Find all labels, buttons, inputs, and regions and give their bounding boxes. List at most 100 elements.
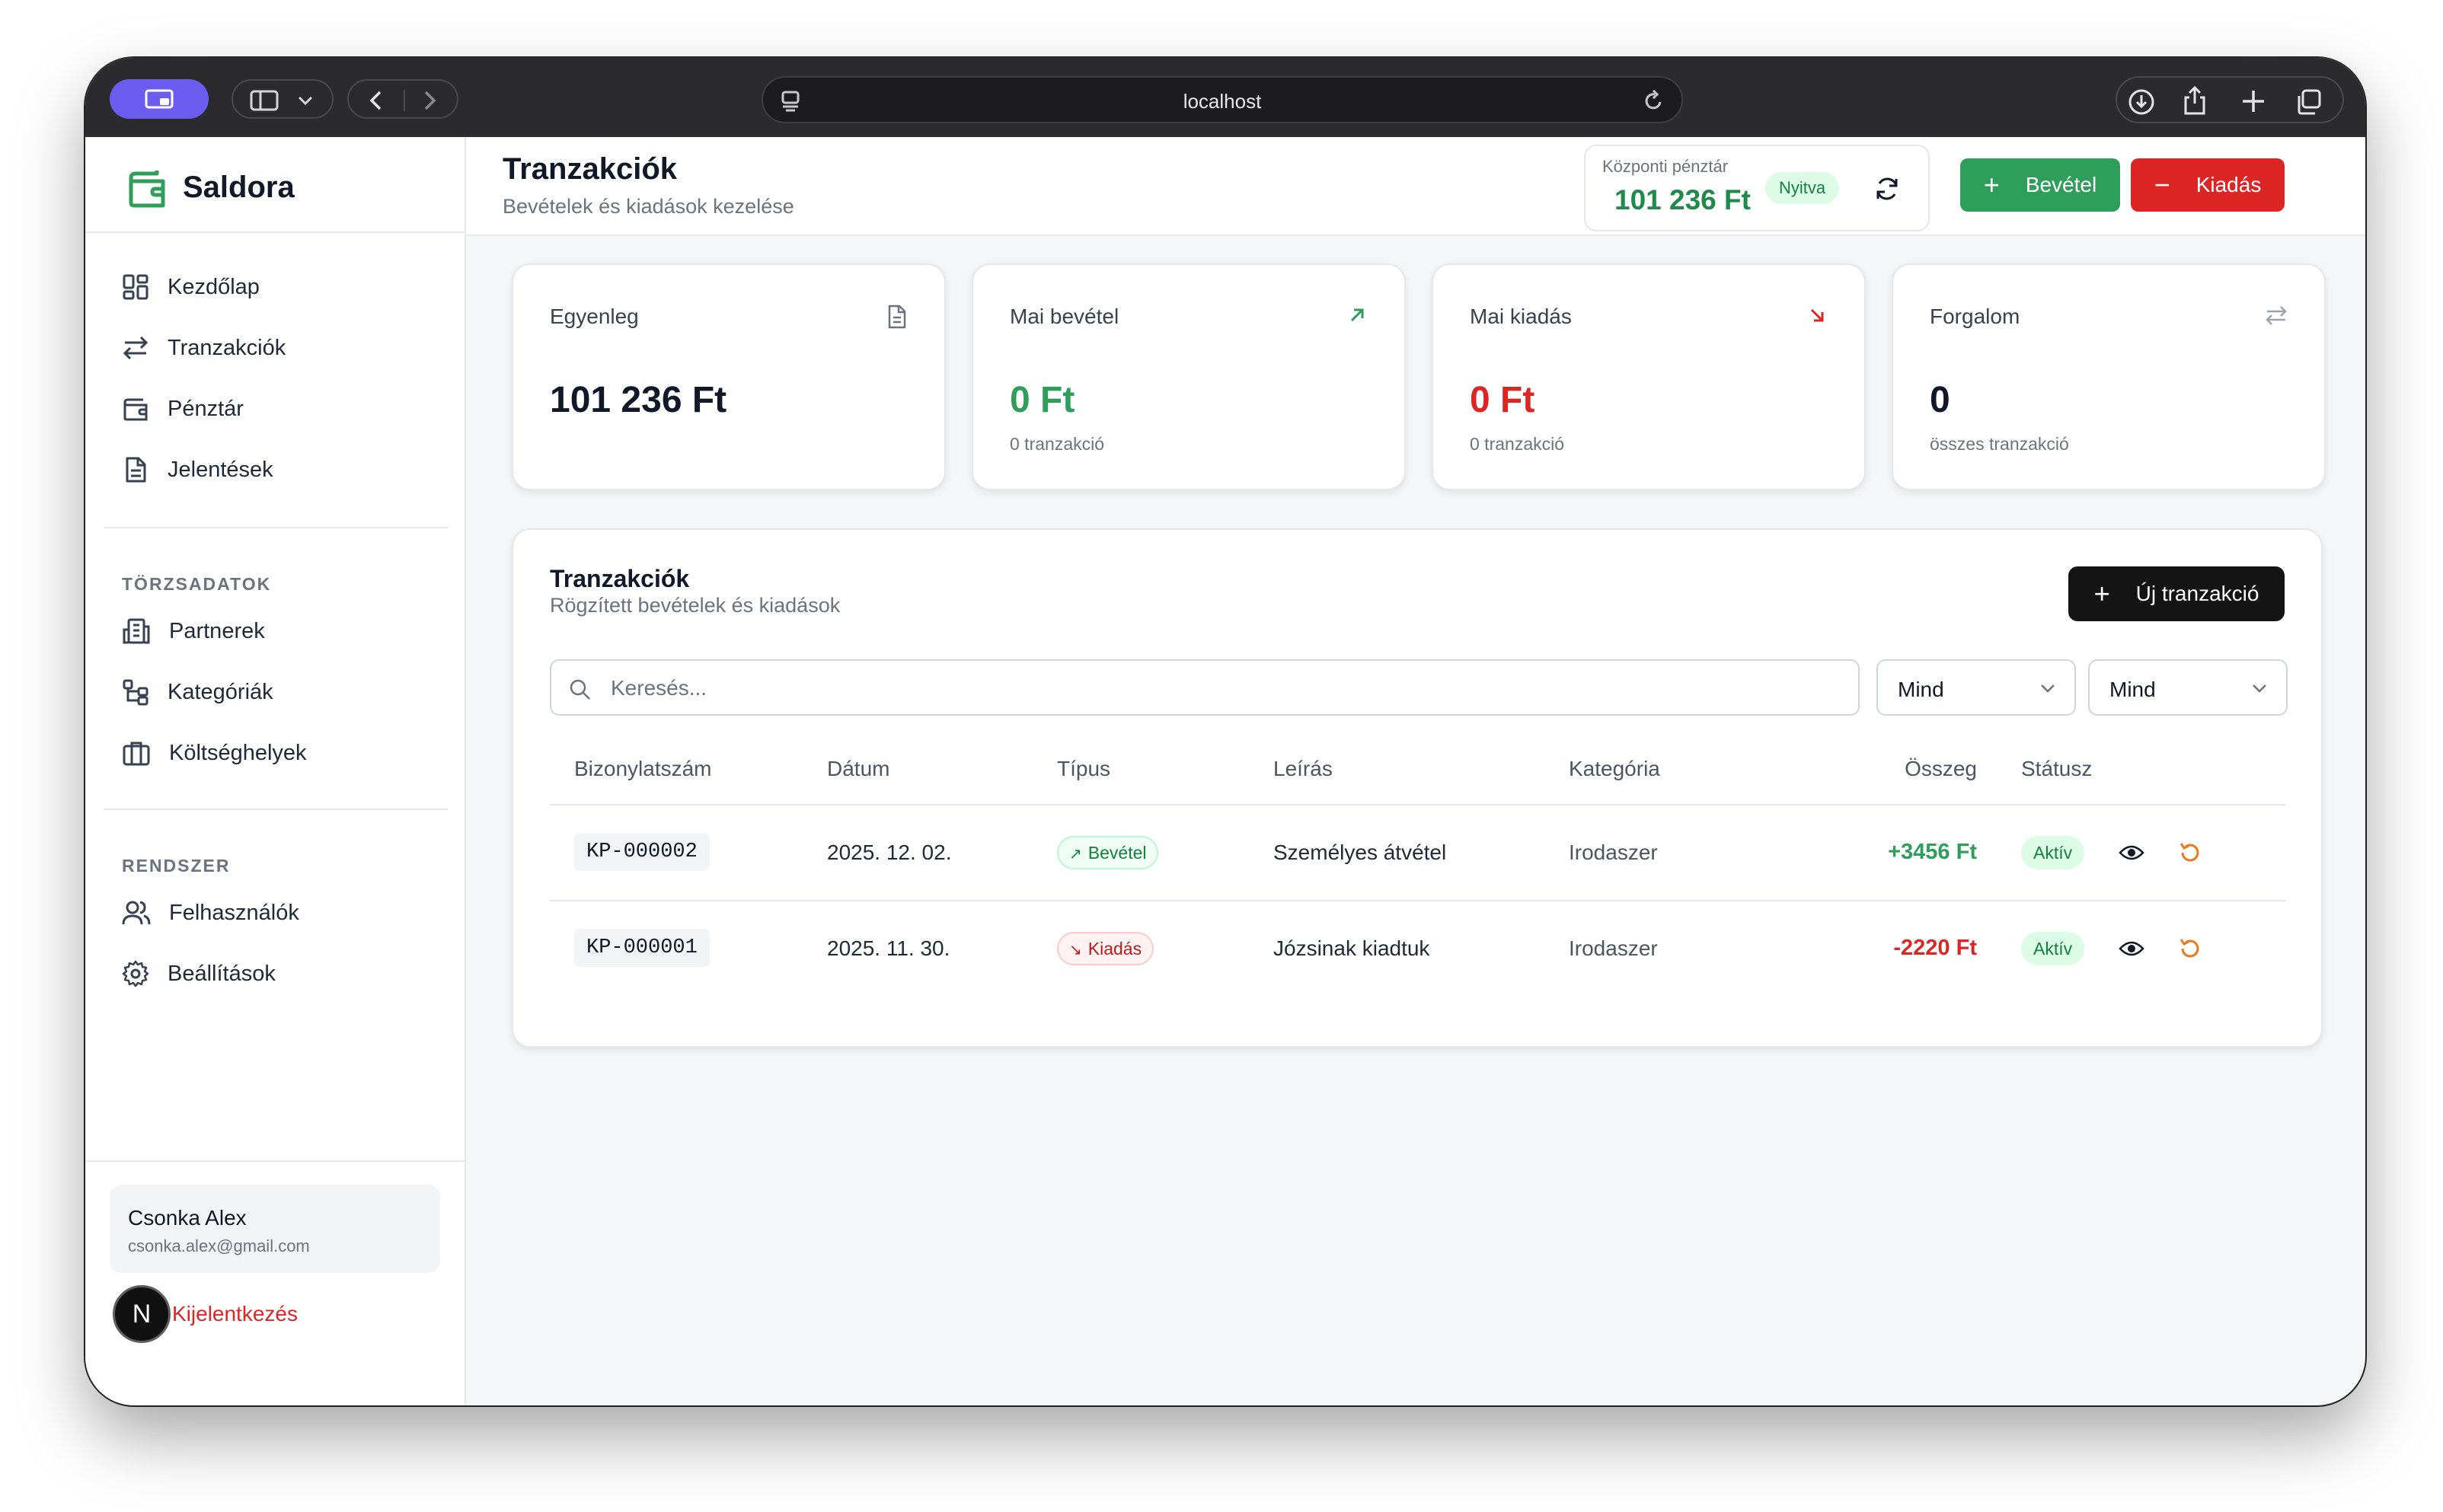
stat-title: Forgalom [1930,305,2020,328]
view-eye-icon[interactable] [2119,938,2144,959]
sidebar-item-partnerek[interactable]: Partnerek [122,611,265,652]
sidebar-item-beallitasok[interactable]: Beállítások [122,953,276,994]
stat-title: Mai bevétel [1010,305,1119,328]
column-header-date[interactable]: Dátum [827,757,889,781]
divider [85,1160,465,1162]
stat-value: 0 Ft [1010,380,1075,420]
sidebar-item-label: Költséghelyek [169,740,307,765]
view-eye-icon[interactable] [2119,842,2144,863]
column-header-status[interactable]: Státusz [2021,757,2092,781]
table-divider [550,900,2286,901]
status-filter-select[interactable]: Mind [2088,659,2288,716]
sidebar-item-penztar[interactable]: Pénztár [122,388,244,429]
sidebar-item-tranzakciok[interactable]: Tranzakciók [122,327,286,368]
sidebar-item-kategoriak[interactable]: Kategóriák [122,671,273,713]
column-header-category[interactable]: Kategória [1569,757,1660,781]
sidebar-item-koltseghelyek[interactable]: Költséghelyek [122,732,307,774]
sidebar-toggle-group[interactable] [232,79,334,119]
type-filter-select[interactable]: Mind [1876,659,2076,716]
type-badge-expense: ↘ Kiadás [1057,932,1154,965]
forward-icon[interactable] [420,90,439,111]
row-description: Józsinak kiadtuk [1273,936,1430,960]
stat-value: 0 [1930,380,1950,420]
type-filter-value: Mind [1898,678,1944,701]
user-email: csonka.alex@gmail.com [128,1236,310,1255]
transactions-panel: Tranzakciók Rögzített bevételek és kiadá… [512,528,2323,1048]
document-icon [888,305,906,329]
search-box [550,659,1860,716]
minus-icon: − [2154,169,2170,200]
url-text: localhost [1183,90,1262,113]
row-category: Irodaszer [1569,841,1658,864]
stat-sub: összes tranzakció [1930,434,2069,454]
address-bar[interactable]: localhost [762,76,1683,123]
dev-tools-badge[interactable]: N [113,1285,171,1343]
column-header-amount[interactable]: Összeg [1825,757,1977,781]
plus-icon: + [1983,169,2000,200]
cashbox-amount: 101 236 Ft [1614,184,1751,215]
status-badge: Aktív [2021,932,2085,965]
sidebar-item-label: Kategóriák [168,679,273,704]
new-transaction-label: Új tranzakció [2135,582,2259,605]
row-amount: -2220 Ft [1893,936,1977,960]
sidebar-item-kezdolap[interactable]: Kezdőlap [122,266,260,308]
tabs-overview-icon[interactable] [2295,88,2323,116]
share-icon[interactable] [2183,85,2207,116]
browser-actions [2116,76,2344,123]
sidebar-item-felhasznalok[interactable]: Felhasználók [122,892,299,933]
sidebar-item-label: Kezdőlap [168,274,260,299]
arrow-down-right-icon [1810,308,1824,322]
search-icon [570,679,590,700]
arrow-up-right-icon [1350,308,1364,322]
transfer-arrows-icon [123,336,148,360]
stat-sub: 0 tranzakció [1470,434,1565,454]
stat-value: 0 Ft [1470,380,1535,420]
brand[interactable]: Saldora [125,164,295,210]
wallet-icon [123,398,148,421]
divider [104,527,448,528]
cashbox-status-badge: Nyitva [1765,172,1840,204]
user-card[interactable]: Csonka Alex csonka.alex@gmail.com [110,1185,440,1273]
section-title-torzsadatok: TÖRZSADATOK [122,574,272,594]
sidebar-icon [250,90,279,111]
new-transaction-button[interactable]: + Új tranzakció [2068,566,2285,621]
browser-window: localhost Saldora Kezdőlap Tranzakciók P… [85,58,2365,1405]
row-description: Személyes átvétel [1273,841,1447,864]
voucher-code: KP-000001 [574,929,710,967]
back-icon[interactable] [367,90,385,111]
row-category: Irodaszer [1569,936,1658,960]
sidebar-item-label: Pénztár [168,396,244,421]
sidebar-item-jelentesek[interactable]: Jelentések [122,449,273,490]
add-expense-button[interactable]: − Kiadás [2131,158,2285,212]
stat-value: 101 236 Ft [550,380,727,420]
search-input[interactable] [611,671,1829,705]
panel-title: Tranzakciók [550,565,690,592]
briefcase-icon [123,742,150,766]
reverse-undo-icon[interactable] [2178,936,2202,961]
type-badge-income: ↗ Bevétel [1057,836,1159,869]
sidebar-item-label: Tranzakciók [168,335,286,360]
refresh-icon[interactable] [1873,175,1901,203]
stat-title: Egyenleg [550,305,639,328]
profile-button[interactable] [110,79,209,119]
browser-toolbar: localhost [85,58,2365,137]
logout-link[interactable]: Kijelentkezés [172,1302,298,1326]
dashboard-icon [123,274,148,300]
section-title-rendszer: RENDSZER [122,856,231,876]
column-header-code[interactable]: Bizonylatszám [574,757,712,781]
swap-arrows-icon [2266,306,2287,325]
new-tab-icon[interactable] [2240,88,2266,114]
add-income-button[interactable]: + Bevétel [1960,158,2120,212]
reload-icon[interactable] [1643,90,1665,113]
column-header-type[interactable]: Típus [1057,757,1110,781]
column-header-description[interactable]: Leírás [1273,757,1333,781]
type-badge-label: Bevétel [1087,843,1147,863]
divider [104,809,448,810]
arrow-up-right-icon: ↗ [1069,846,1082,863]
download-icon[interactable] [2128,88,2155,116]
stat-card-today-expense: Mai kiadás 0 Ft 0 tranzakció [1432,263,1866,490]
nav-buttons [347,79,458,119]
add-expense-label: Kiadás [2196,173,2262,196]
tree-icon [123,679,148,706]
reverse-undo-icon[interactable] [2178,841,2202,865]
